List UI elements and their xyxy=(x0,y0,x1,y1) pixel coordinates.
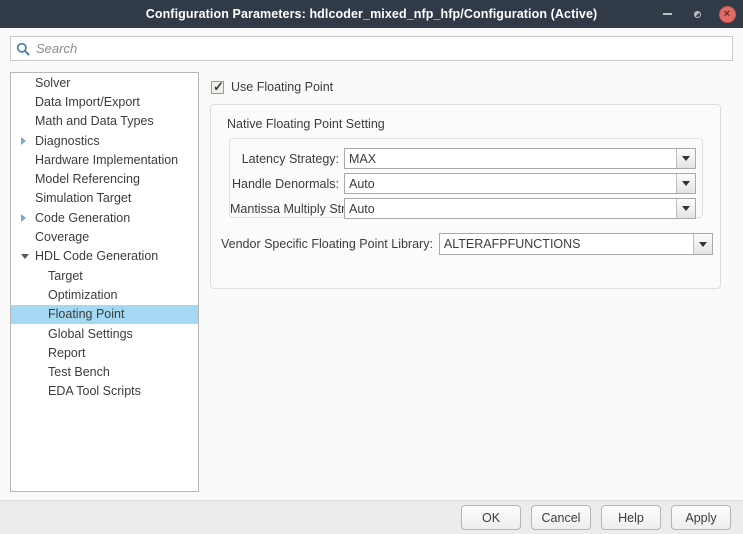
search-icon xyxy=(15,41,31,57)
sidebar-item-label: Model Referencing xyxy=(34,172,140,186)
chevron-right-icon[interactable] xyxy=(21,137,34,145)
sidebar-item-eda-tool-scripts[interactable]: EDA Tool Scripts xyxy=(11,382,198,401)
vendor-library-dropdown-button[interactable] xyxy=(693,234,712,254)
sidebar-item-label: Simulation Target xyxy=(34,191,131,205)
sidebar-item-hardware-implementation[interactable]: Hardware Implementation xyxy=(11,150,198,169)
field-row: Mantissa Multiply Strategy:Auto xyxy=(230,198,696,219)
dropdown[interactable]: Auto xyxy=(344,173,696,194)
search-placeholder: Search xyxy=(36,41,77,56)
window-title: Configuration Parameters: hdlcoder_mixed… xyxy=(146,7,598,21)
button-label: Apply xyxy=(685,511,716,525)
dropdown-value: Auto xyxy=(345,174,676,193)
sidebar-item-label: Code Generation xyxy=(34,211,130,225)
sidebar-item-report[interactable]: Report xyxy=(11,343,198,362)
field-label: Mantissa Multiply Strategy: xyxy=(230,202,344,216)
sidebar-item-label: Report xyxy=(47,346,86,360)
maximize-button[interactable] xyxy=(687,4,707,24)
help-button[interactable]: Help xyxy=(601,505,661,530)
search-input[interactable]: Search xyxy=(10,36,733,61)
sidebar-item-code-generation[interactable]: Code Generation xyxy=(11,208,198,227)
close-icon: × xyxy=(719,6,736,23)
triangle-glyph xyxy=(21,137,26,145)
dropdown-button[interactable] xyxy=(676,174,695,193)
chevron-down-icon xyxy=(682,206,690,211)
field-label: Latency Strategy: xyxy=(230,152,344,166)
sidebar-item-label: Optimization xyxy=(47,288,117,302)
dropdown[interactable]: MAX xyxy=(344,148,696,169)
vendor-library-row: Vendor Specific Floating Point Library: … xyxy=(221,233,713,255)
dropdown-value: Auto xyxy=(345,199,676,218)
sidebar-item-label: Coverage xyxy=(34,230,89,244)
use-floating-point-label: Use Floating Point xyxy=(231,80,333,94)
sidebar-item-label: Math and Data Types xyxy=(34,114,154,128)
sidebar-item-diagnostics[interactable]: Diagnostics xyxy=(11,131,198,150)
apply-button[interactable]: Apply xyxy=(671,505,731,530)
sidebar-item-label: HDL Code Generation xyxy=(34,249,158,263)
vendor-library-value: ALTERAFPFUNCTIONS xyxy=(440,234,693,254)
sidebar-item-global-settings[interactable]: Global Settings xyxy=(11,324,198,343)
button-label: Cancel xyxy=(542,511,581,525)
button-label: OK xyxy=(482,511,500,525)
chevron-right-icon[interactable] xyxy=(21,214,34,222)
triangle-glyph xyxy=(21,214,26,222)
window-controls: × xyxy=(657,0,737,28)
minimize-icon xyxy=(663,13,672,15)
chevron-down-icon[interactable] xyxy=(21,254,34,259)
use-floating-point-row[interactable]: ✓ Use Floating Point xyxy=(211,78,733,96)
sidebar-item-optimization[interactable]: Optimization xyxy=(11,285,198,304)
configuration-parameters-dialog: Configuration Parameters: hdlcoder_mixed… xyxy=(0,0,743,534)
sidebar-item-label: Global Settings xyxy=(47,327,133,341)
sidebar-item-data-import-export[interactable]: Data Import/Export xyxy=(11,92,198,111)
field-row: Latency Strategy:MAX xyxy=(230,148,696,169)
sidebar-item-label: Solver xyxy=(34,76,70,90)
use-floating-point-checkbox[interactable]: ✓ xyxy=(211,81,224,94)
sidebar-item-solver[interactable]: Solver xyxy=(11,73,198,92)
sidebar-item-target[interactable]: Target xyxy=(11,266,198,285)
sidebar-item-coverage[interactable]: Coverage xyxy=(11,227,198,246)
window-titlebar: Configuration Parameters: hdlcoder_mixed… xyxy=(0,0,743,28)
chevron-down-icon xyxy=(699,242,707,247)
minimize-button[interactable] xyxy=(657,4,677,24)
cancel-button[interactable]: Cancel xyxy=(531,505,591,530)
sidebar-item-label: Hardware Implementation xyxy=(34,153,178,167)
chevron-down-icon xyxy=(682,181,690,186)
sidebar-item-label: Diagnostics xyxy=(34,134,100,148)
close-button[interactable]: × xyxy=(717,4,737,24)
dropdown[interactable]: Auto xyxy=(344,198,696,219)
dialog-button-bar: OK Cancel Help Apply xyxy=(0,500,743,534)
checkmark-icon: ✓ xyxy=(213,80,224,93)
vendor-library-label: Vendor Specific Floating Point Library: xyxy=(221,237,433,251)
field-row: Handle Denormals:Auto xyxy=(230,173,696,194)
triangle-glyph xyxy=(21,254,29,259)
button-label: Help xyxy=(618,511,644,525)
sidebar-item-label: Floating Point xyxy=(47,307,124,321)
settings-tree[interactable]: Solver Data Import/Export Math and Data Ty… xyxy=(10,72,199,492)
native-floating-point-group-title: Native Floating Point Setting xyxy=(227,117,385,131)
sidebar-item-hdl-code-generation[interactable]: HDL Code Generation xyxy=(11,247,198,266)
floating-point-pane: ✓ Use Floating Point Native Floating Poi… xyxy=(206,72,733,492)
sidebar-item-label: Target xyxy=(47,269,83,283)
field-label: Handle Denormals: xyxy=(230,177,344,191)
sidebar-item-floating-point[interactable]: Floating Point xyxy=(11,305,198,324)
maximize-icon xyxy=(694,11,701,18)
dropdown-button[interactable] xyxy=(676,199,695,218)
sidebar-item-label: EDA Tool Scripts xyxy=(47,384,141,398)
vendor-library-dropdown[interactable]: ALTERAFPFUNCTIONS xyxy=(439,233,713,255)
ok-button[interactable]: OK xyxy=(461,505,521,530)
native-floating-point-group: Native Floating Point Setting Latency St… xyxy=(210,104,721,289)
dropdown-value: MAX xyxy=(345,149,676,168)
chevron-down-icon xyxy=(682,156,690,161)
sidebar-item-test-bench[interactable]: Test Bench xyxy=(11,362,198,381)
sidebar-item-simulation-target[interactable]: Simulation Target xyxy=(11,189,198,208)
native-floating-point-fields: Latency Strategy:MAXHandle Denormals:Aut… xyxy=(229,138,703,218)
sidebar-item-math-and-data-types[interactable]: Math and Data Types xyxy=(11,112,198,131)
dropdown-button[interactable] xyxy=(676,149,695,168)
sidebar-item-model-referencing[interactable]: Model Referencing xyxy=(11,169,198,188)
sidebar-item-label: Test Bench xyxy=(47,365,110,379)
sidebar-item-label: Data Import/Export xyxy=(34,95,140,109)
